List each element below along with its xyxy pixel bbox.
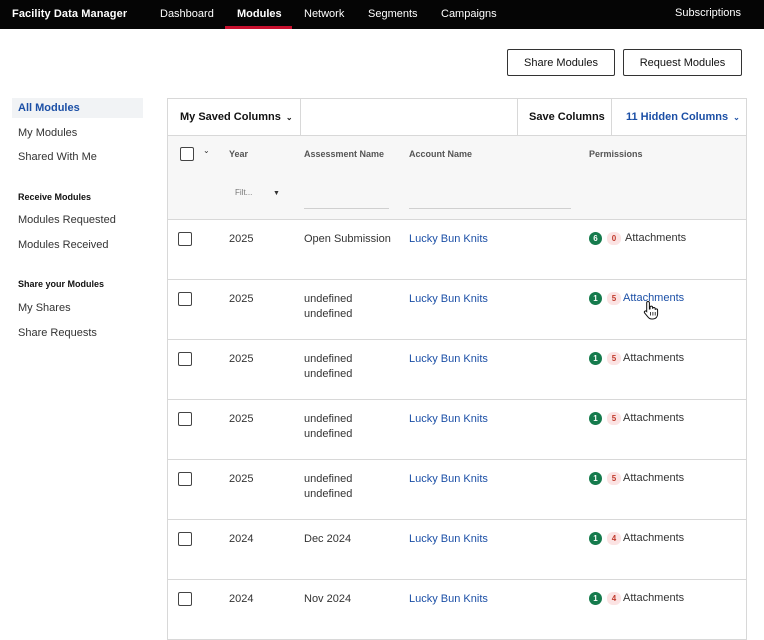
app-title[interactable]: Facility Data Manager — [12, 8, 127, 20]
account-link[interactable]: Lucky Bun Knits — [409, 412, 488, 427]
account-link[interactable]: Lucky Bun Knits — [409, 232, 488, 247]
permission-granted-count: 1 — [589, 592, 602, 605]
cell-assessment: undefined undefined — [304, 473, 353, 500]
cell-assessment: Open Submission — [304, 233, 391, 245]
sidebar-item-all-modules[interactable]: All Modules — [12, 98, 143, 118]
row-checkbox[interactable] — [178, 472, 192, 486]
divider — [611, 99, 612, 136]
nav-dashboard[interactable]: Dashboard — [160, 8, 214, 20]
permission-denied-count: 5 — [607, 472, 621, 485]
account-link[interactable]: Lucky Bun Knits — [409, 592, 488, 607]
permission-denied-count: 5 — [607, 292, 621, 305]
table-toolbar: My Saved Columns ⌄ Save Columns 11 Hidde… — [168, 99, 746, 136]
cell-year: 2025 — [229, 293, 254, 305]
table-header: ⌄ Year Assessment Name Account Name Perm… — [168, 136, 746, 220]
sidebar-item-my-modules[interactable]: My Modules — [12, 123, 143, 143]
chevron-down-icon: ⌄ — [285, 113, 293, 122]
cell-year: 2025 — [229, 413, 254, 425]
saved-columns-label: My Saved Columns — [180, 111, 281, 123]
sidebar-item-modules-received[interactable]: Modules Received — [12, 235, 143, 255]
share-modules-button[interactable]: Share Modules — [507, 49, 615, 76]
nav-segments[interactable]: Segments — [368, 8, 418, 20]
column-header-year[interactable]: Year — [229, 149, 248, 159]
permission-granted-count: 6 — [589, 232, 602, 245]
permission-granted-count: 1 — [589, 352, 602, 365]
permission-granted-count: 1 — [589, 472, 602, 485]
cell-assessment: undefined undefined — [304, 353, 353, 380]
divider — [517, 99, 518, 136]
attachments-link[interactable]: Attachments — [623, 592, 684, 604]
row-checkbox[interactable] — [178, 412, 192, 426]
divider — [300, 99, 301, 136]
table-row[interactable]: 2025 undefined undefined Lucky Bun Knits 1 5… — [168, 340, 746, 400]
account-filter-input[interactable] — [409, 208, 571, 209]
table-row[interactable]: 2024 Dec 2024 Lucky Bun Knits 1 4 Attachments — [168, 520, 746, 580]
active-nav-indicator — [225, 26, 292, 29]
hand-cursor-icon — [643, 300, 659, 320]
cell-year: 2024 — [229, 593, 254, 605]
table-row[interactable]: 2025 undefined undefined Lucky Bun Knits 1 5… — [168, 460, 746, 520]
row-checkbox[interactable] — [178, 292, 192, 306]
nav-modules[interactable]: Modules — [237, 8, 282, 20]
hidden-columns-label: 11 Hidden Columns — [626, 111, 729, 123]
sidebar-item-my-shares[interactable]: My Shares — [12, 298, 143, 318]
top-nav: Facility Data Manager Dashboard Modules … — [0, 0, 764, 29]
attachments-link[interactable]: Attachments — [623, 472, 684, 484]
cell-assessment: undefined undefined — [304, 413, 353, 440]
cell-assessment: Dec 2024 — [304, 533, 352, 545]
permission-granted-count: 1 — [589, 532, 602, 545]
attachments-link[interactable]: Attachments — [623, 352, 684, 364]
column-header-account[interactable]: Account Name — [409, 149, 472, 159]
permission-denied-count: 4 — [607, 592, 621, 605]
cell-year: 2024 — [229, 533, 254, 545]
attachments-link[interactable]: Attachments — [625, 232, 686, 244]
sidebar-item-share-requests[interactable]: Share Requests — [12, 323, 143, 343]
account-link[interactable]: Lucky Bun Knits — [409, 292, 488, 307]
assessment-filter-input[interactable] — [304, 208, 389, 209]
row-checkbox[interactable] — [178, 592, 192, 606]
chevron-down-icon: ⌄ — [733, 113, 740, 122]
sidebar-item-shared-with-me[interactable]: Shared With Me — [12, 147, 143, 167]
row-checkbox[interactable] — [178, 232, 192, 246]
save-columns-button[interactable]: Save Columns — [529, 111, 605, 123]
account-link[interactable]: Lucky Bun Knits — [409, 472, 488, 487]
modules-table-panel: My Saved Columns ⌄ Save Columns 11 Hidde… — [167, 98, 747, 640]
table-row[interactable]: 2025 Open Submission Lucky Bun Knits 6 0 Atta… — [168, 220, 746, 280]
nav-subscriptions[interactable]: Subscriptions — [675, 7, 741, 19]
account-link[interactable]: Lucky Bun Knits — [409, 352, 488, 367]
cell-year: 2025 — [229, 473, 254, 485]
select-all-checkbox[interactable] — [180, 147, 194, 161]
sidebar-heading-share: Share your Modules — [18, 279, 105, 289]
caret-down-icon[interactable]: ▼ — [273, 190, 280, 197]
request-modules-button[interactable]: Request Modules — [623, 49, 742, 76]
cell-assessment: Nov 2024 — [304, 593, 352, 605]
cell-assessment: undefined undefined — [304, 293, 353, 320]
permission-granted-count: 1 — [589, 292, 602, 305]
table-row[interactable]: 2024 Nov 2024 Lucky Bun Knits 1 4 Attachments — [168, 580, 746, 640]
permission-granted-count: 1 — [589, 412, 602, 425]
nav-campaigns[interactable]: Campaigns — [441, 8, 497, 20]
table-row[interactable]: 2025 undefined undefined Lucky Bun Knits 1 5… — [168, 400, 746, 460]
nav-network[interactable]: Network — [304, 8, 344, 20]
column-header-permissions[interactable]: Permissions — [589, 149, 643, 159]
account-link[interactable]: Lucky Bun Knits — [409, 532, 488, 547]
year-filter-input[interactable]: Filt... — [235, 188, 252, 197]
table-row[interactable]: 2025 undefined undefined Lucky Bun Knits 1 5… — [168, 280, 746, 340]
sidebar-heading-receive: Receive Modules — [18, 192, 92, 202]
attachments-link[interactable]: Attachments — [623, 412, 684, 424]
permission-denied-count: 0 — [607, 232, 621, 245]
row-checkbox[interactable] — [178, 352, 192, 366]
column-header-assessment[interactable]: Assessment Name — [304, 149, 384, 159]
row-checkbox[interactable] — [178, 532, 192, 546]
permission-denied-count: 4 — [607, 532, 621, 545]
saved-columns-dropdown[interactable]: My Saved Columns ⌄ — [180, 111, 293, 123]
attachments-link[interactable]: Attachments — [623, 532, 684, 544]
cell-year: 2025 — [229, 353, 254, 365]
permission-denied-count: 5 — [607, 412, 621, 425]
permission-denied-count: 5 — [607, 352, 621, 365]
hidden-columns-dropdown[interactable]: 11 Hidden Columns ⌄ — [626, 111, 740, 123]
cell-year: 2025 — [229, 233, 254, 245]
chevron-down-icon[interactable]: ⌄ — [203, 146, 210, 155]
sidebar-item-modules-requested[interactable]: Modules Requested — [12, 210, 143, 230]
